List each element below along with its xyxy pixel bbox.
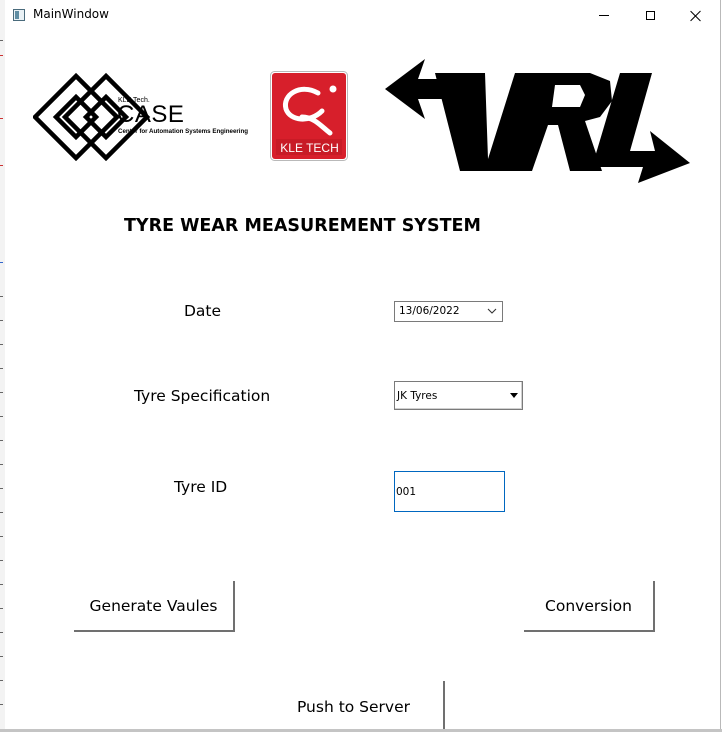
- date-picker[interactable]: 13/06/2022: [394, 301, 503, 322]
- kle-tech-caption: KLE TECH: [280, 141, 339, 155]
- maximize-button[interactable]: [627, 0, 673, 31]
- window-title: MainWindow: [33, 7, 109, 21]
- app-window-icon: [13, 9, 25, 21]
- client-area: KLE Tech. CASE Center for Automation Sys…: [5, 31, 721, 732]
- page-title: TYRE WEAR MEASUREMENT SYSTEM: [124, 216, 481, 236]
- date-value: 13/06/2022: [399, 305, 460, 317]
- tyre-specification-dropdown[interactable]: JK Tyres: [394, 381, 523, 410]
- window-border: [720, 0, 721, 732]
- tyre-id-input[interactable]: [394, 471, 505, 512]
- push-to-server-button[interactable]: Push to Server: [264, 681, 445, 732]
- tyre-specification-value: JK Tyres: [397, 390, 438, 402]
- case-logo-title: CASE: [117, 101, 185, 128]
- case-logo-subtitle: Center for Automation Systems Engineerin…: [118, 128, 249, 135]
- minimize-button[interactable]: [581, 0, 627, 31]
- generate-values-button[interactable]: Generate Vaules: [74, 581, 235, 632]
- close-button[interactable]: [673, 0, 719, 31]
- main-window: MainWindow KLE Tech. CASE Center for Aut…: [0, 0, 722, 732]
- dropdown-arrow-icon[interactable]: [510, 393, 518, 398]
- vrl-logo: [385, 59, 690, 183]
- tyre-id-label: Tyre ID: [174, 478, 228, 496]
- title-bar[interactable]: MainWindow: [5, 0, 721, 31]
- date-label: Date: [184, 302, 222, 320]
- minimize-icon: [599, 15, 609, 16]
- chevron-down-icon[interactable]: [487, 306, 497, 316]
- close-icon: [690, 10, 702, 22]
- tyre-specification-label: Tyre Specification: [134, 387, 271, 405]
- maximize-icon: [645, 11, 655, 20]
- conversion-button[interactable]: Conversion: [524, 581, 655, 632]
